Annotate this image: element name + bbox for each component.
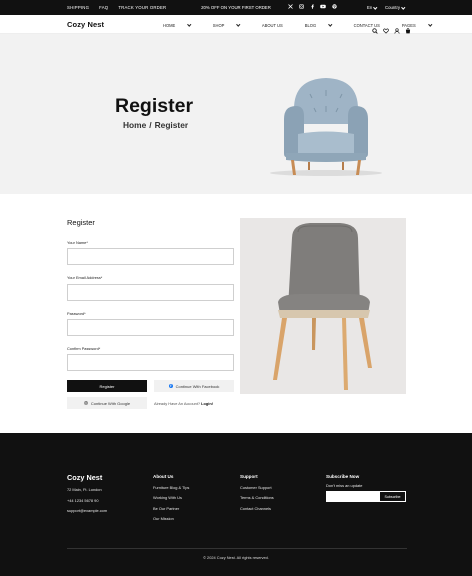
language-label: En xyxy=(367,5,373,10)
page-hero: Register Home / Register xyxy=(0,34,472,194)
name-field[interactable] xyxy=(67,248,234,265)
header-icons xyxy=(372,21,411,34)
top-announcement-bar: SHIPPING FAQ TRACK YOUR ORDER 20% OFF ON… xyxy=(0,0,472,15)
footer-support-link[interactable]: Terms & Conditions xyxy=(240,495,274,500)
footer-about-link[interactable]: Furniture Blog & Tips xyxy=(153,485,189,490)
subscribe-email-input[interactable] xyxy=(326,491,379,502)
breadcrumb: Home / Register xyxy=(123,120,188,130)
footer-support-title: Support xyxy=(240,474,258,479)
footer-email[interactable]: support@example.com xyxy=(67,508,107,513)
password-label: Password* xyxy=(67,311,86,316)
site-logo[interactable]: Cozy Nest xyxy=(67,20,104,29)
footer-subscribe-title: Subscribe Now xyxy=(326,474,360,479)
nav-label: SHOP xyxy=(212,22,225,28)
nav-about[interactable]: ABOUT US xyxy=(262,23,294,28)
user-icon[interactable] xyxy=(394,21,400,34)
heart-icon[interactable] xyxy=(383,21,389,34)
x-icon[interactable] xyxy=(287,4,293,10)
footer-logo[interactable]: Cozy Nest xyxy=(67,473,102,482)
site-footer: Cozy Nest 72 Main, Ft. London +44 1234 5… xyxy=(0,433,472,576)
chevron-down-icon xyxy=(328,22,333,27)
chevron-down-icon xyxy=(428,22,432,27)
footer-about-link[interactable]: Working With Us xyxy=(153,495,182,500)
nav-label: ABOUT US xyxy=(261,22,283,28)
facebook-icon[interactable] xyxy=(309,4,315,10)
chair-image xyxy=(240,218,406,394)
chevron-down-icon xyxy=(401,4,406,9)
cart-icon[interactable] xyxy=(405,21,411,34)
instagram-icon[interactable] xyxy=(298,4,304,10)
password-field[interactable] xyxy=(67,319,234,336)
footer-support-link[interactable]: Contact Channels xyxy=(240,506,271,511)
country-selector[interactable]: Country xyxy=(385,4,406,10)
google-login-button[interactable]: G Continue With Google xyxy=(67,397,147,409)
youtube-icon[interactable] xyxy=(320,4,326,10)
main-header: Cozy Nest HOME SHOP ABOUT US BLOG CONTAC… xyxy=(0,15,472,34)
login-link[interactable]: Login! xyxy=(201,401,213,406)
chevron-down-icon xyxy=(373,4,378,9)
footer-address: 72 Main, Ft. London xyxy=(67,487,102,492)
footer-about-link[interactable]: Our Mission xyxy=(153,516,174,521)
chevron-down-icon xyxy=(236,22,241,27)
name-label: Your Name* xyxy=(67,240,88,245)
pinterest-icon[interactable] xyxy=(331,4,337,10)
language-selector[interactable]: En xyxy=(367,4,378,10)
already-text: Already Have An Account? xyxy=(154,401,201,406)
subscribe-button[interactable]: Subscribe xyxy=(379,491,406,502)
breadcrumb-home[interactable]: Home xyxy=(123,120,146,130)
nav-label: BLOG xyxy=(304,22,317,28)
nav-shop[interactable]: SHOP xyxy=(212,22,251,28)
google-button-label: Continue With Google xyxy=(90,400,131,406)
nav-blog[interactable]: BLOG xyxy=(304,22,343,28)
nav-label: HOME xyxy=(163,22,176,28)
footer-about-link[interactable]: Be Our Partner xyxy=(153,506,179,511)
footer-subscribe-text: Don't miss an update xyxy=(326,483,363,488)
country-label: Country xyxy=(385,5,401,10)
page-title: Register xyxy=(115,95,194,117)
footer-support-link[interactable]: Customer Support xyxy=(240,485,272,490)
facebook-button-label: Continue With Facebook xyxy=(175,383,220,389)
footer-about-title: About Us xyxy=(153,474,174,479)
email-field[interactable] xyxy=(67,284,234,301)
form-title: Register xyxy=(67,218,95,227)
register-button[interactable]: Register xyxy=(67,380,147,392)
footer-phone[interactable]: +44 1234 5678 90 xyxy=(67,498,98,503)
breadcrumb-current: Register xyxy=(154,120,189,130)
facebook-icon: f xyxy=(168,383,174,389)
google-icon: G xyxy=(83,400,89,406)
facebook-login-button[interactable]: f Continue With Facebook xyxy=(154,380,234,392)
login-prompt: Already Have An Account? Login! xyxy=(154,401,213,406)
breadcrumb-separator: / xyxy=(149,120,152,130)
armchair-image xyxy=(264,54,390,194)
confirm-password-field[interactable] xyxy=(67,354,234,371)
copyright-text: © 2024 Cozy Nest. All rights reserved. xyxy=(203,555,269,560)
nav-home[interactable]: HOME xyxy=(163,22,202,28)
confirm-password-label: Confirm Password* xyxy=(67,346,101,351)
email-label: Your Email Address* xyxy=(67,275,103,280)
footer-divider xyxy=(67,548,407,549)
social-icons xyxy=(287,4,337,10)
chevron-down-icon xyxy=(187,22,192,27)
search-icon[interactable] xyxy=(372,21,378,34)
